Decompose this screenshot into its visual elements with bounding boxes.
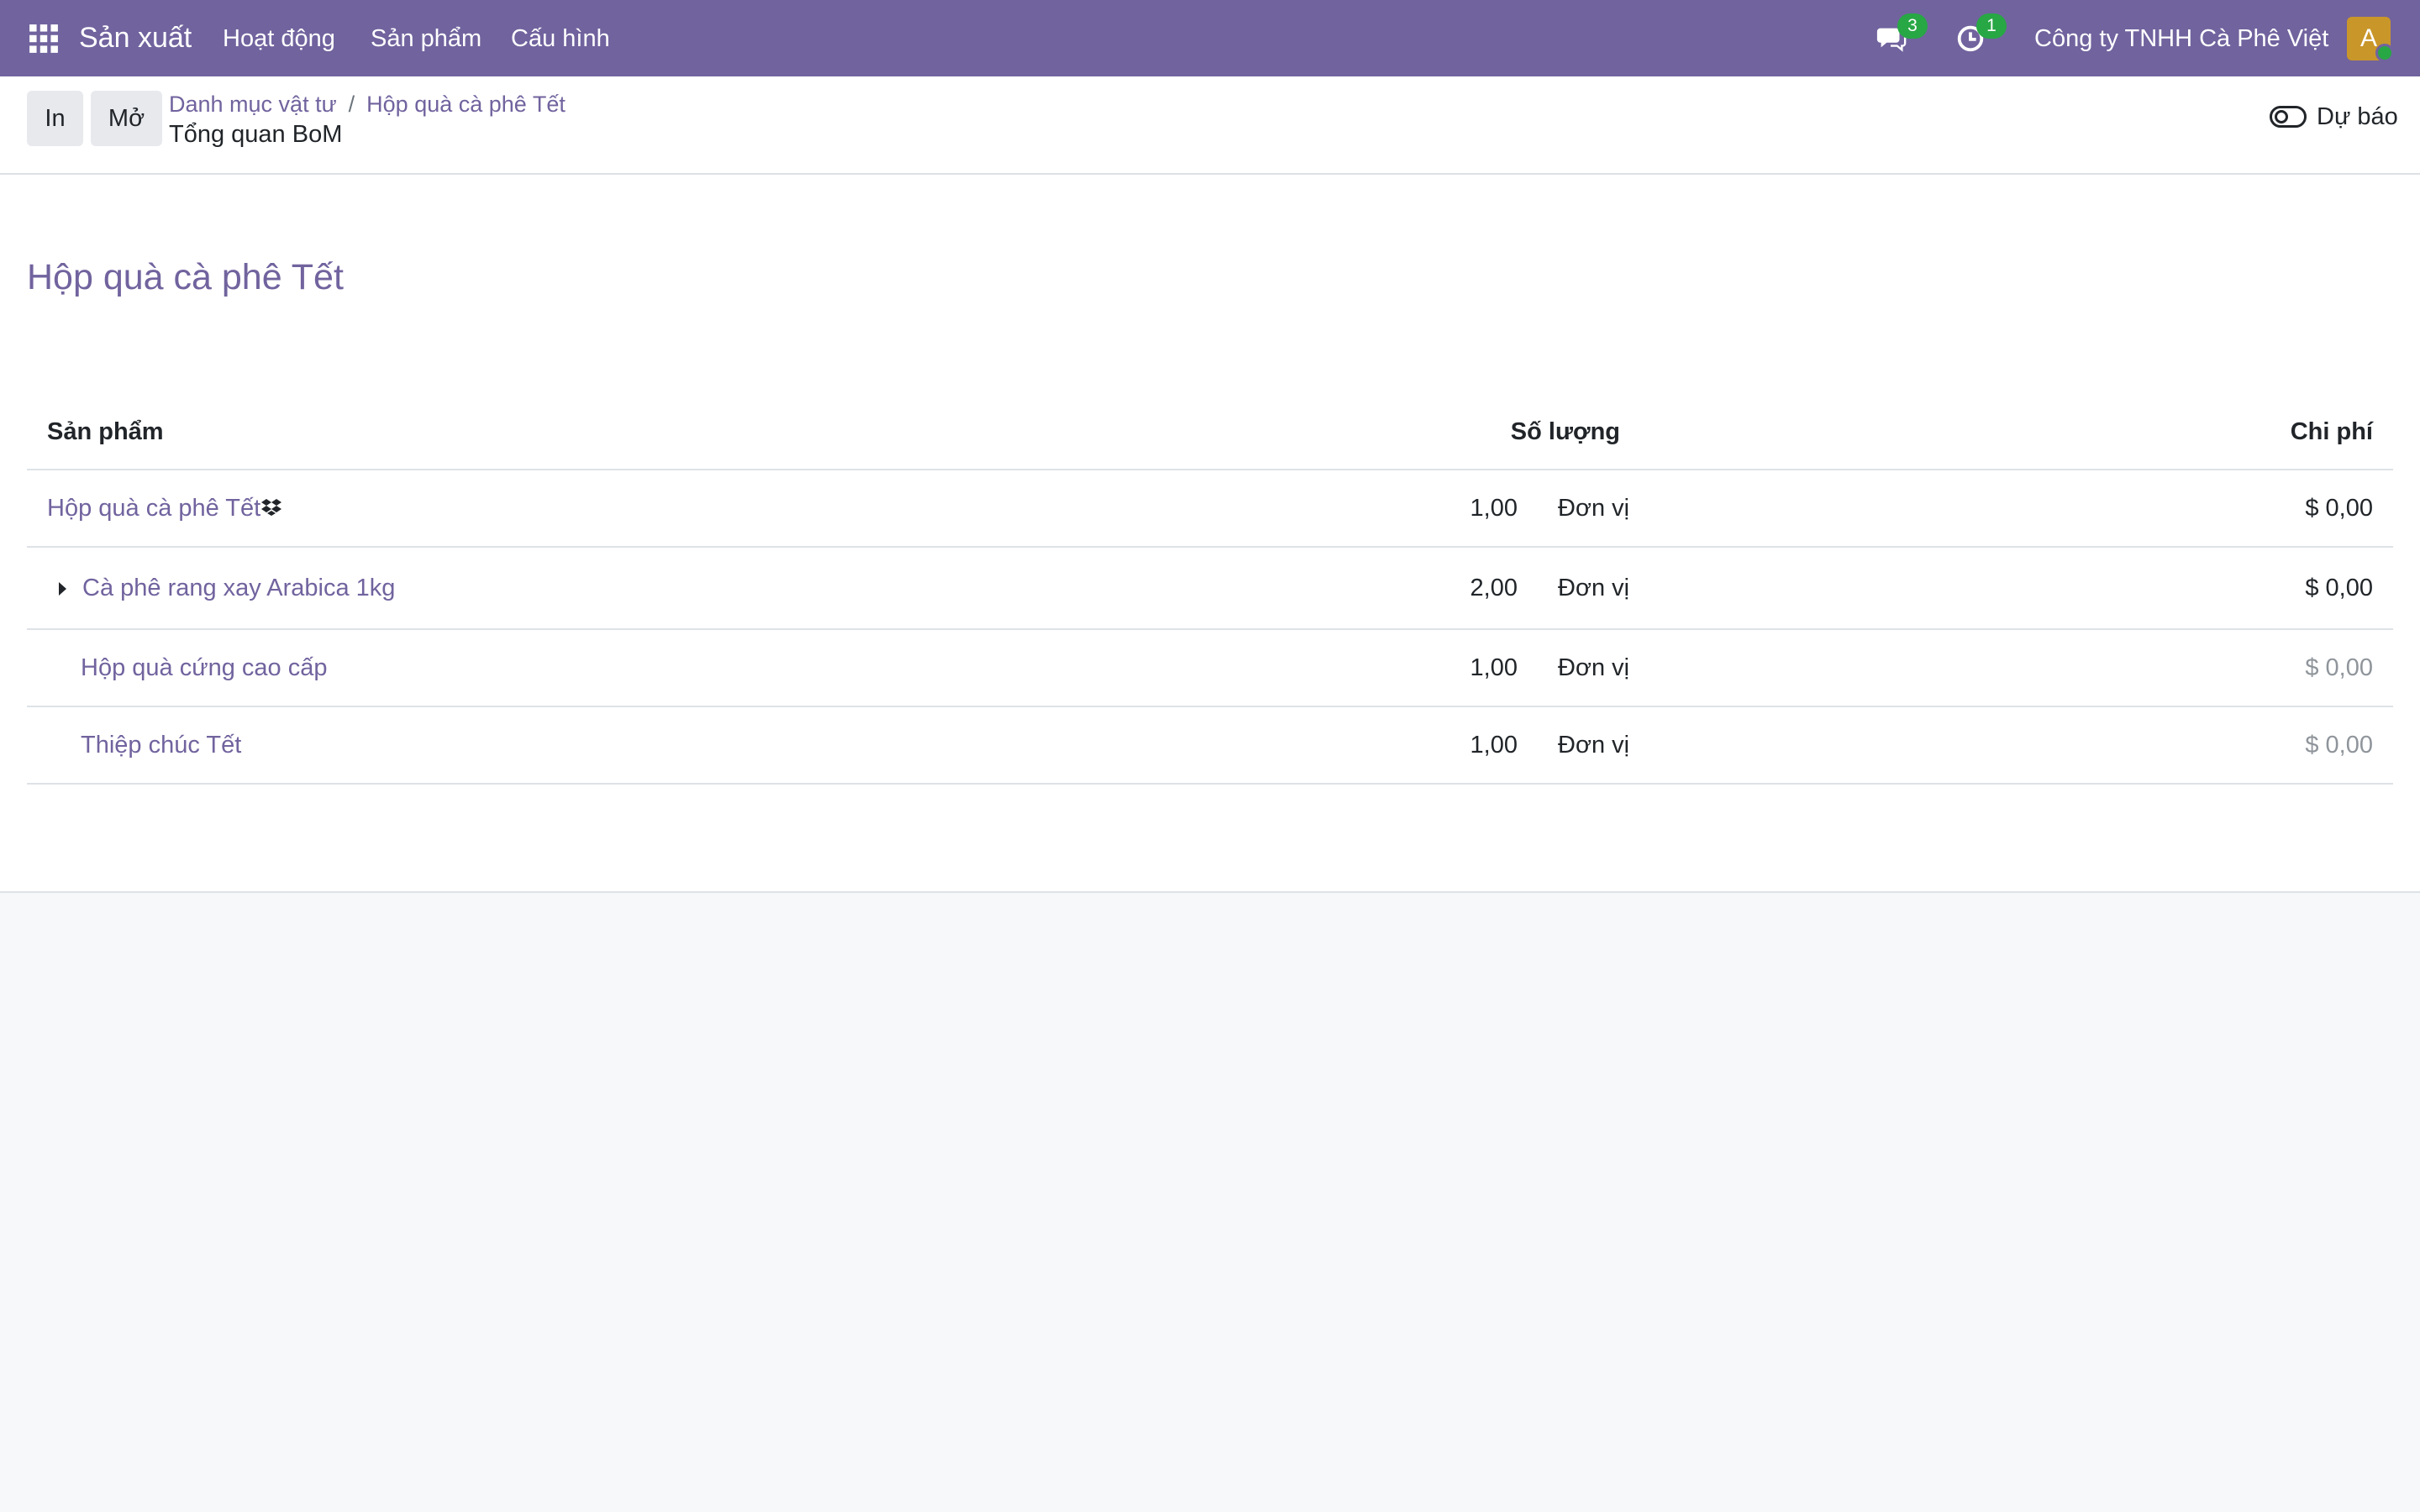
report-title: Hộp quà cà phê Tết	[27, 257, 344, 297]
product-link[interactable]: Cà phê rang xay Arabica 1kg	[82, 573, 395, 603]
table-row: Hộp quà cà phê Tết 1,00 Đơn vị $ 0,00	[27, 470, 2393, 548]
table-row: Cà phê rang xay Arabica 1kg 2,00 Đơn vị …	[27, 548, 2393, 630]
table-header: Sản phẩm Số lượng Chi phí	[27, 393, 2393, 470]
breadcrumb-separator: /	[348, 92, 355, 117]
breadcrumb-current: Tổng quan BoM	[169, 121, 343, 148]
company-switcher[interactable]: Công ty TNHH Cà Phê Việt	[2034, 23, 2328, 55]
forecast-toggle[interactable]: Dự báo	[2270, 102, 2398, 132]
quantity-value: 2,00	[1470, 575, 1518, 601]
quantity-value: 1,00	[1470, 495, 1518, 522]
column-header-product: Sản phẩm	[47, 418, 164, 445]
breadcrumb-bom-list[interactable]: Danh mục vật tư	[169, 92, 337, 117]
control-panel: In Mở Danh mục vật tư / Hộp quà cà phê Tết…	[0, 76, 2420, 175]
cost-value: $ 0,00	[2305, 732, 2373, 759]
print-button[interactable]: In	[27, 91, 83, 146]
cost-value: $ 0,00	[2305, 575, 2373, 601]
app-name[interactable]: Sản xuất	[79, 20, 192, 55]
breadcrumb-bom-record[interactable]: Hộp quà cà phê Tết	[366, 92, 566, 117]
uom-value: Đơn vị	[1558, 732, 1630, 759]
uom-value: Đơn vị	[1558, 654, 1630, 681]
product-name: Hộp quà cà phê Tết	[47, 495, 261, 522]
product-link[interactable]: Hộp quà cứng cao cấp	[81, 653, 328, 683]
forecast-label: Dự báo	[2317, 103, 2398, 130]
cost-value: $ 0,00	[2305, 495, 2373, 522]
caret-right-icon[interactable]	[59, 582, 66, 596]
apps-grid-icon[interactable]	[28, 23, 60, 55]
dropbox-boxes-icon	[261, 499, 282, 516]
activities-count-badge: 1	[1976, 13, 2007, 39]
open-button[interactable]: Mở	[91, 91, 162, 146]
top-navbar: Sản xuất Hoạt động Sản phẩm Cấu hình 3 1…	[0, 0, 2420, 76]
table-row: Hộp quà cứng cao cấp 1,00 Đơn vị $ 0,00	[27, 630, 2393, 707]
menu-products[interactable]: Sản phẩm	[371, 23, 481, 55]
messages-button[interactable]: 3	[1876, 13, 1928, 55]
product-link[interactable]: Hộp quà cà phê Tết	[47, 493, 282, 523]
quantity-value: 1,00	[1470, 654, 1518, 681]
quantity-value: 1,00	[1470, 732, 1518, 759]
online-status-dot	[2375, 44, 2394, 62]
bom-overview-report: Hộp quà cà phê Tết Sản phẩm Số lượng Chi…	[0, 175, 2420, 893]
product-link[interactable]: Thiệp chúc Tết	[81, 730, 241, 760]
uom-value: Đơn vị	[1558, 495, 1630, 522]
column-header-cost: Chi phí	[2290, 418, 2373, 445]
bom-table: Sản phẩm Số lượng Chi phí Hộp quà cà phê…	[27, 393, 2393, 785]
column-header-quantity: Số lượng	[1510, 418, 1620, 445]
breadcrumb: Danh mục vật tư / Hộp quà cà phê Tết	[169, 90, 566, 118]
menu-operations[interactable]: Hoạt động	[223, 23, 335, 55]
uom-value: Đơn vị	[1558, 575, 1630, 601]
menu-configuration[interactable]: Cấu hình	[511, 23, 610, 55]
table-row: Thiệp chúc Tết 1,00 Đơn vị $ 0,00	[27, 707, 2393, 785]
toggle-icon	[2270, 106, 2307, 128]
activities-button[interactable]: 1	[1954, 13, 2007, 55]
messages-count-badge: 3	[1897, 13, 1928, 39]
cost-value: $ 0,00	[2305, 654, 2373, 681]
